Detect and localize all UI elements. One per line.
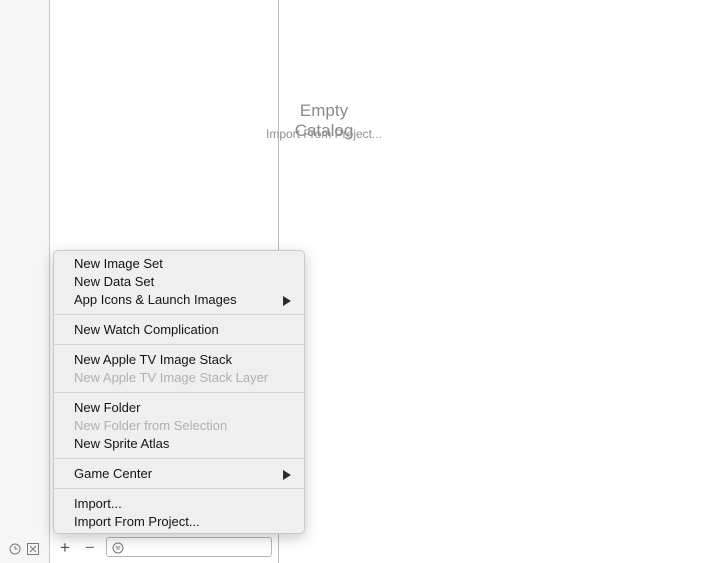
asset-detail-pane — [280, 0, 716, 563]
menu-separator — [54, 344, 304, 345]
navigator-filter-bar — [0, 535, 50, 563]
filter-input[interactable] — [127, 539, 267, 555]
submenu-arrow-icon — [283, 296, 291, 306]
menu-item-new-data-set[interactable]: New Data Set — [54, 273, 304, 291]
menu-item-game-center[interactable]: Game Center — [54, 465, 304, 483]
menu-item-import[interactable]: Import... — [54, 495, 304, 513]
menu-separator — [54, 392, 304, 393]
menu-item-new-folder-from-selection: New Folder from Selection — [74, 418, 228, 433]
filter-field[interactable] — [106, 537, 272, 557]
menu-separator — [54, 314, 304, 315]
import-from-project-link[interactable]: Import From Project... — [254, 127, 394, 141]
remove-button[interactable]: − — [83, 539, 97, 557]
menu-item-new-tv-image-stack-layer: New Apple TV Image Stack Layer — [74, 370, 269, 385]
menu-item-new-watch-complication[interactable]: New Watch Complication — [54, 321, 304, 339]
menu-item-new-tv-image-stack[interactable]: New Apple TV Image Stack — [54, 351, 304, 369]
menu-item-app-icons[interactable]: App Icons & Launch Images — [54, 291, 304, 309]
box-icon[interactable] — [27, 542, 39, 555]
menu-item-new-image-set[interactable]: New Image Set — [54, 255, 304, 273]
add-asset-menu: New Image Set New Data Set App Icons & L… — [53, 250, 305, 534]
add-button[interactable]: + — [58, 539, 72, 557]
menu-item-new-sprite-atlas[interactable]: New Sprite Atlas — [54, 435, 304, 453]
submenu-arrow-icon — [283, 470, 291, 480]
navigator-strip — [0, 0, 50, 563]
menu-separator — [54, 488, 304, 489]
menu-item-import-from-project[interactable]: Import From Project... — [54, 513, 304, 531]
menu-item-label: App Icons & Launch Images — [74, 292, 237, 307]
filter-icon — [112, 541, 124, 554]
menu-separator — [54, 458, 304, 459]
clock-icon[interactable] — [9, 542, 21, 555]
menu-item-new-folder[interactable]: New Folder — [54, 399, 304, 417]
bottom-bar: + − — [0, 535, 716, 563]
menu-item-label: Game Center — [74, 466, 153, 481]
